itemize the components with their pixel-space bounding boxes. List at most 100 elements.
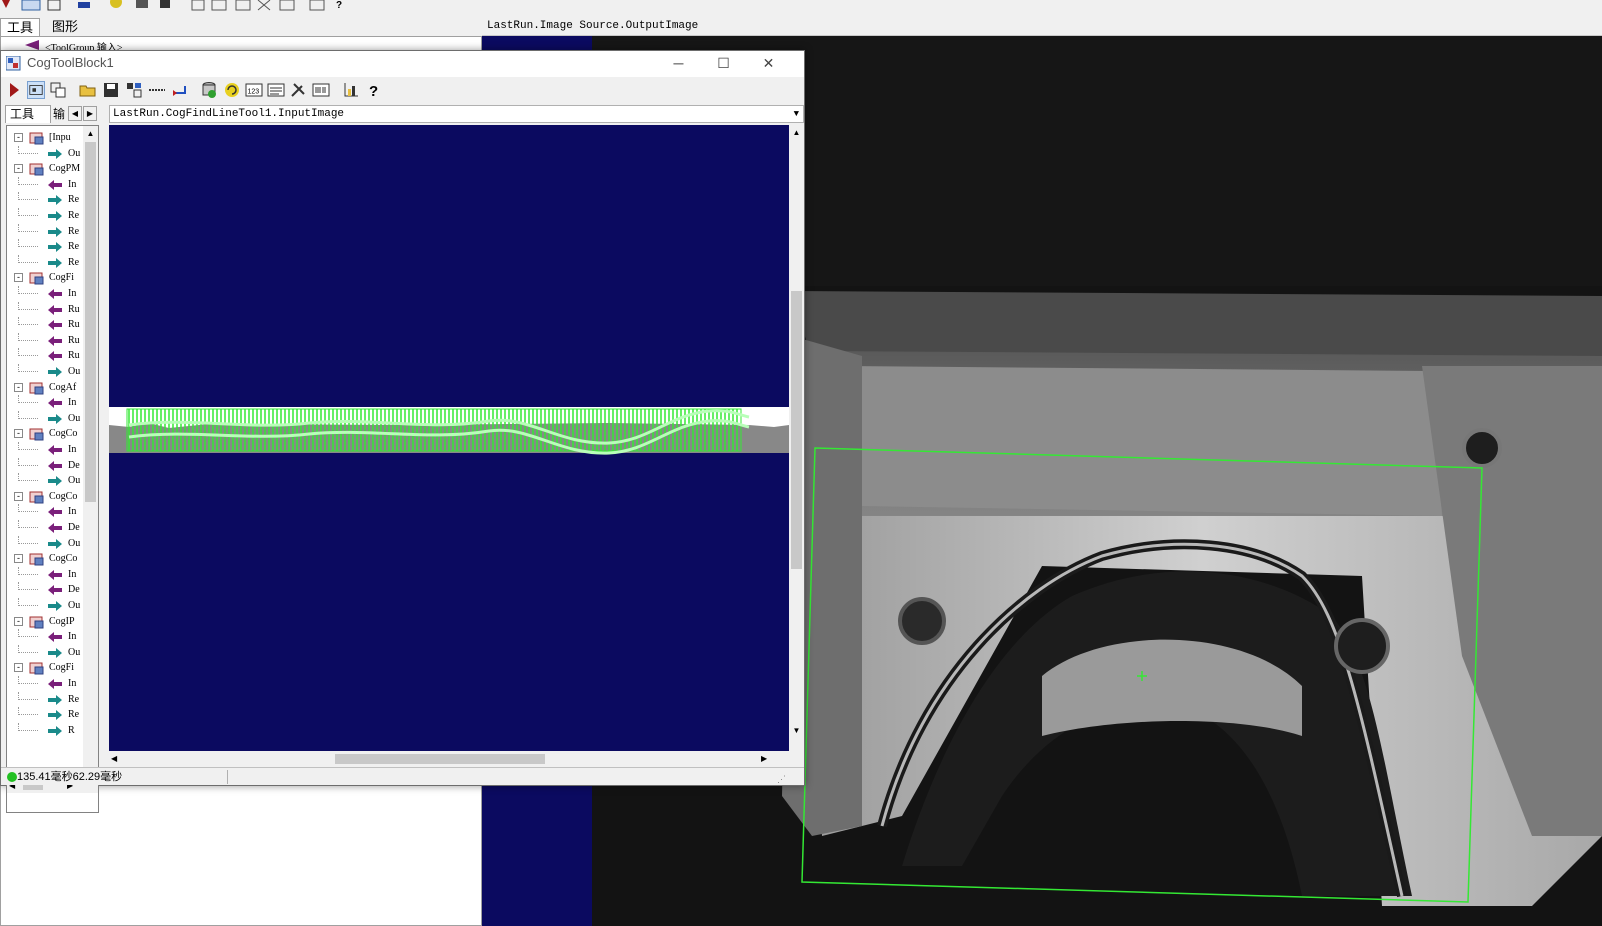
chart-axis-icon[interactable] [342,81,360,99]
tree-connector [18,364,38,372]
help-icon[interactable]: ? [365,81,383,99]
tree-terminal-label: Ou [68,475,81,486]
image-vscroll-thumb[interactable] [791,291,802,569]
input-arrow-icon [48,336,62,346]
tree-connector [18,395,38,403]
settings-tools-icon[interactable] [289,81,307,99]
database-icon[interactable] [200,81,218,99]
input-arrow-icon [48,305,62,315]
collapse-toggle-icon[interactable]: - [14,273,23,282]
tree-scroll-up-icon[interactable]: ▲ [83,126,98,141]
tree-connector [18,676,38,684]
tree-connector [18,504,38,512]
tree-connector [18,302,38,310]
image-source-selector[interactable]: LastRun.CogFindLineTool1.InputImage ▼ [109,105,804,123]
tree-connector [18,442,38,450]
tree-tool-label: CogAf [49,382,77,393]
reset-icon[interactable] [170,81,188,99]
open-folder-icon[interactable] [79,81,97,99]
tree-terminal-label: Ou [68,413,81,424]
tree-tool-label: CogCo [49,491,78,502]
collapse-toggle-icon[interactable]: - [14,617,23,626]
collapse-toggle-icon[interactable]: - [14,663,23,672]
collapse-toggle-icon[interactable]: - [14,133,23,142]
tree-terminal-label: Re [68,210,80,221]
tab-tools[interactable]: 工具 [0,18,41,36]
tree-connector [18,348,38,356]
window-icon[interactable] [49,81,67,99]
tree-terminal-label: Ou [68,647,81,658]
output-arrow-icon [48,539,62,549]
maximize-button[interactable]: ☐ [701,51,746,77]
image-scroll-down-icon[interactable]: ▼ [789,723,804,738]
tab-scroll-left-icon[interactable]: ◀ [68,106,82,121]
close-button[interactable]: ✕ [746,51,791,77]
input-arrow-icon [48,289,62,299]
image-hscroll-thumb[interactable] [335,754,545,764]
status-bar: 135.41毫秒62.29毫秒 ⋰ [1,767,804,785]
tree-terminal-label: De [68,522,80,533]
tree-tool-label: CogCo [49,428,78,439]
tools-icon[interactable] [125,81,143,99]
main-toolbar-icons[interactable]: ? [0,0,360,16]
tool-icon [29,272,44,285]
tree-terminal-label: Ou [68,600,81,611]
collapse-toggle-icon[interactable]: - [14,429,23,438]
tree-terminal-label: Re [68,694,80,705]
tree-connector [18,208,38,216]
save-icon[interactable] [102,81,120,99]
collapse-toggle-icon[interactable]: - [14,383,23,392]
tree-terminal-label: Ru [68,304,80,315]
image-source-label: LastRun.CogFindLineTool1.InputImage [113,108,345,120]
image-display[interactable] [109,125,789,751]
line-tool-overlay [109,407,789,455]
tree-terminal-label: In [68,444,77,455]
tree-scroll-thumb[interactable] [85,142,96,502]
display-toggle-icon[interactable] [27,81,45,99]
background-tab-strip: 工具 图形 [0,16,480,36]
image-scroll-right-icon[interactable]: ▶ [761,751,775,767]
collapse-toggle-icon[interactable]: - [14,164,23,173]
tree-vertical-scrollbar[interactable]: ▲ ▼ [83,126,98,778]
collapse-toggle-icon[interactable]: - [14,492,23,501]
tree-tool-label: CogIP [49,616,75,627]
chevron-down-icon[interactable]: ▼ [794,106,799,122]
tab-scroll-right-icon[interactable]: ▶ [83,106,97,121]
dotted-line-icon[interactable] [148,81,166,99]
tab-input[interactable]: 输 [53,105,67,123]
main-toolbar: ? [0,0,1602,16]
text-grid-icon[interactable] [267,81,285,99]
output-arrow-icon [48,476,62,486]
tree-connector [18,146,38,154]
tree-terminal-label: Re [68,226,80,237]
collapse-toggle-icon[interactable]: - [14,554,23,563]
image-scroll-left-icon[interactable]: ◀ [111,751,125,767]
barcode-icon[interactable] [312,81,330,99]
tree-tool-label: CogPM [49,163,81,174]
window-titlebar[interactable]: CogToolBlock1 ─ ☐ ✕ [1,51,804,77]
tree-connector [18,177,38,185]
tab-tools[interactable]: 工具 [5,105,51,123]
tab-graphics[interactable]: 图形 [46,18,84,36]
resize-grip-icon[interactable]: ⋰ [777,770,786,788]
run-icon[interactable] [5,81,23,99]
tree-connector [18,224,38,232]
output-arrow-icon [48,648,62,658]
numeric-icon[interactable]: 123 [245,81,263,99]
minimize-button[interactable]: ─ [656,51,701,77]
image-scroll-up-icon[interactable]: ▲ [789,125,804,140]
tree-connector [18,255,38,263]
output-arrow-icon [48,242,62,252]
svg-text:?: ? [336,0,342,11]
image-vertical-scrollbar[interactable]: ▲ ▼ [789,125,804,751]
tree-terminal-label: In [68,569,77,580]
input-arrow-icon [48,445,62,455]
tree-connector [18,692,38,700]
window-title: CogToolBlock1 [27,55,114,70]
refresh-icon[interactable] [223,81,241,99]
tree-terminal-label: Ou [68,366,81,377]
window-toolbar: 123 ? [1,77,804,103]
tool-tree[interactable]: - [Inpu Ou - CogPM In Re Re Re Re Re - CogFi In Ru Ru Ru… [6,125,99,813]
tree-terminal-label: Re [68,194,80,205]
image-horizontal-scrollbar[interactable]: ◀ ▶ [109,751,789,767]
